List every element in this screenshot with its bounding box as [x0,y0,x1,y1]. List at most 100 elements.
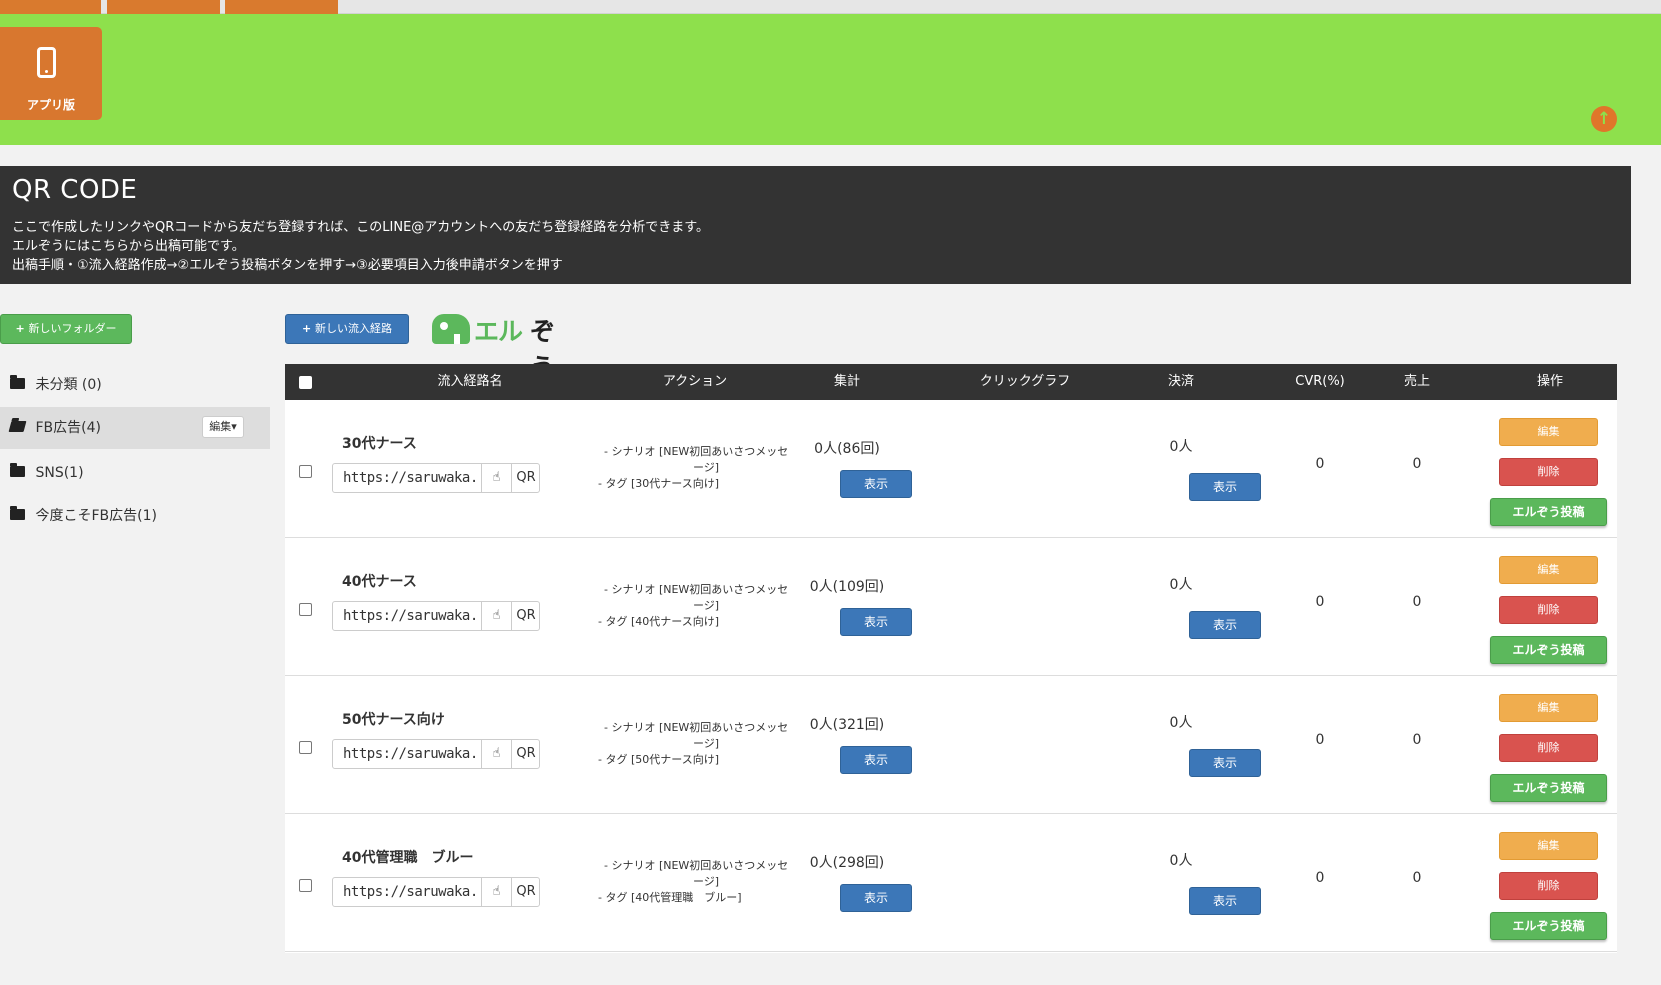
count-show-button[interactable]: 表示 [840,884,912,912]
sales-value: 0 [1412,456,1422,472]
col-route-name[interactable]: 流入経路名 [370,364,570,400]
url-field[interactable]: https://saruwaka.jp ☝ QR [332,463,540,493]
action-scenario-cont: ージ] [693,737,720,750]
folder-edit-dropdown[interactable]: 編集▾ [202,416,244,438]
folder-item-fb-ads[interactable]: FB広告(4) 編集▾ [0,407,270,449]
qr-code-header: QR CODE ここで作成したリンクやQRコードから友だち登録すれば、このLIN… [0,166,1631,284]
qr-button[interactable]: QR [511,878,540,906]
sales-value: 0 [1412,594,1422,610]
qr-button[interactable]: QR [511,464,540,492]
col-count[interactable]: 集計 [795,364,899,400]
table-row: 30代ナース https://saruwaka.jp ☝ QR - シナリオ [… [285,400,1617,538]
edit-button[interactable]: 編集 [1499,418,1598,446]
payment-show-button[interactable]: 表示 [1189,749,1261,777]
url-value[interactable]: https://saruwaka.jp [343,746,475,762]
col-sales[interactable]: 売上 [1387,364,1447,400]
app-version-label: アプリ版 [26,98,75,112]
edit-button[interactable]: 編集 [1499,556,1598,584]
payment-value: 0人 [1169,853,1193,869]
folder-label: 未分類 (0) [35,377,102,393]
cvr-value: 0 [1315,594,1325,610]
delete-button[interactable]: 削除 [1499,872,1598,900]
payment-value: 0人 [1169,715,1193,731]
payment-show-button[interactable]: 表示 [1189,611,1261,639]
payment-show-button[interactable]: 表示 [1189,473,1261,501]
delete-button[interactable]: 削除 [1499,458,1598,486]
count-value: 0人(86回) [814,441,880,457]
hand-pointer-icon[interactable]: ☝ [481,602,511,630]
folder-icon [10,462,25,477]
route-name: 30代ナース [342,436,417,452]
hand-pointer-icon[interactable]: ☝ [481,464,511,492]
folder-item-sns[interactable]: SNS(1) [0,452,270,494]
folder-item-fb-ads-again[interactable]: 今度こそFB広告(1) [0,495,270,537]
top-nav-bar [0,14,1661,145]
url-field[interactable]: https://saruwaka.jp ☝ QR [332,739,540,769]
app-version-button[interactable]: アプリ版 [0,27,102,120]
table-header: 流入経路名 アクション 集計 クリックグラフ 決済 CVR(%) 売上 操作 [285,364,1617,400]
new-folder-button[interactable]: + 新しいフォルダー [0,314,132,344]
delete-button[interactable]: 削除 [1499,596,1598,624]
payment-show-button[interactable]: 表示 [1189,887,1261,915]
new-route-button[interactable]: + 新しい流入経路 [285,314,409,344]
eruzou-post-button[interactable]: エルぞう投稿 [1490,774,1607,802]
count-show-button[interactable]: 表示 [840,470,912,498]
col-action[interactable]: アクション [595,364,795,400]
header-desc-1: ここで作成したリンクやQRコードから友だち登録すれば、このLINE@アカウントへ… [12,220,709,235]
action-cell: - シナリオ [NEW初回あいさつメッセ ージ] - タグ [40代ナース向け] [598,582,798,630]
table-row: 40代管理職 ブルー https://saruwaka.jp ☝ QR - シナ… [285,814,1617,952]
eruzou-post-button[interactable]: エルぞう投稿 [1490,912,1607,940]
url-field[interactable]: https://saruwaka.jp ☝ QR [332,601,540,631]
action-scenario: - シナリオ [NEW初回あいさつメッセ [604,721,789,734]
url-field[interactable]: https://saruwaka.jp ☝ QR [332,877,540,907]
col-operations[interactable]: 操作 [1485,364,1615,400]
logo-text-1: エル [474,317,523,346]
qr-button[interactable]: QR [511,740,540,768]
delete-button[interactable]: 削除 [1499,734,1598,762]
route-name: 50代ナース向け [342,712,445,728]
edit-button[interactable]: 編集 [1499,832,1598,860]
plus-icon: + [301,322,316,335]
url-value[interactable]: https://saruwaka.jp [343,608,475,624]
row-checkbox[interactable] [299,465,312,478]
payment-value: 0人 [1169,577,1193,593]
cvr-value: 0 [1315,732,1325,748]
count-value: 0人(109回) [809,579,885,595]
row-checkbox[interactable] [299,879,312,892]
route-name: 40代管理職 ブルー [342,850,474,866]
new-folder-label: 新しいフォルダー [28,322,117,335]
action-scenario-cont: ージ] [693,599,720,612]
col-payment[interactable]: 決済 [1145,364,1217,400]
folder-icon [10,374,25,389]
folder-open-icon [8,420,27,432]
row-checkbox[interactable] [299,603,312,616]
arrow-up-circle-icon[interactable]: ↑ [1591,106,1617,132]
eruzou-post-button[interactable]: エルぞう投稿 [1490,498,1607,526]
select-all-checkbox[interactable] [299,376,312,389]
page-title: QR CODE [12,175,138,205]
col-cvr[interactable]: CVR(%) [1280,364,1360,400]
action-scenario: - シナリオ [NEW初回あいさつメッセ [604,859,789,872]
folder-item-uncategorized[interactable]: 未分類 (0) [0,364,270,406]
folder-icon [10,505,25,520]
hand-pointer-icon[interactable]: ☝ [481,740,511,768]
hand-pointer-icon[interactable]: ☝ [481,878,511,906]
route-name: 40代ナース [342,574,417,590]
phone-icon [37,47,56,78]
table-row: 50代ナース向け https://saruwaka.jp ☝ QR - シナリオ… [285,676,1617,814]
count-show-button[interactable]: 表示 [840,746,912,774]
url-value[interactable]: https://saruwaka.jp [343,884,475,900]
action-tag: - タグ [40代ナース向け] [598,615,719,628]
row-checkbox[interactable] [299,741,312,754]
col-click-graph[interactable]: クリックグラフ [935,364,1115,400]
count-show-button[interactable]: 表示 [840,608,912,636]
count-value: 0人(298回) [809,855,885,871]
edit-button[interactable]: 編集 [1499,694,1598,722]
qr-button[interactable]: QR [511,602,540,630]
folder-label: 今度こそFB広告(1) [35,508,157,524]
eruzou-logo[interactable]: エル ぞう [432,308,577,382]
url-value[interactable]: https://saruwaka.jp [343,470,475,486]
sales-value: 0 [1412,732,1422,748]
new-route-label: 新しい流入経路 [315,322,393,335]
eruzou-post-button[interactable]: エルぞう投稿 [1490,636,1607,664]
